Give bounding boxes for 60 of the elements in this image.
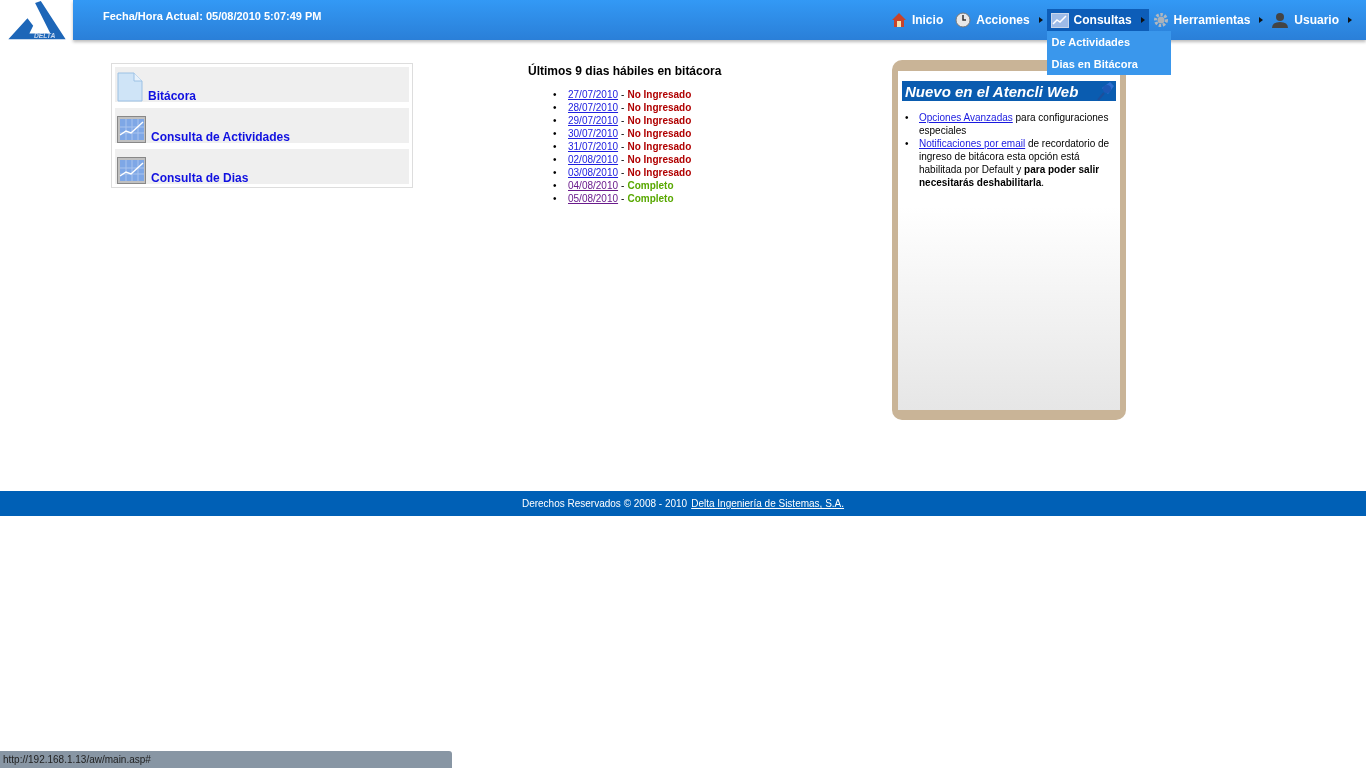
- day-status: No Ingresado: [627, 114, 692, 127]
- day-status: No Ingresado: [627, 166, 692, 179]
- dash-separator: -: [621, 179, 625, 192]
- document-icon: [117, 72, 143, 102]
- date-link[interactable]: 30/07/2010: [568, 127, 619, 140]
- news-link[interactable]: Notificaciones por email: [919, 138, 1026, 149]
- days-heading: Últimos 9 dias hábiles en bitácora: [528, 64, 723, 78]
- pushpin-icon: [1094, 80, 1116, 102]
- day-status: No Ingresado: [627, 88, 692, 101]
- bullet: •: [553, 114, 558, 127]
- date-link[interactable]: 31/07/2010: [568, 140, 619, 153]
- day-status: Completo: [627, 192, 674, 205]
- bullet: •: [553, 140, 558, 153]
- dash-separator: -: [621, 101, 625, 114]
- dash-separator: -: [621, 166, 625, 179]
- bullet: •: [553, 127, 558, 140]
- day-status: No Ingresado: [627, 153, 692, 166]
- company-link[interactable]: Delta Ingeniería de Sistemas, S.A.: [691, 498, 845, 509]
- chart-icon: [117, 116, 146, 143]
- date-link[interactable]: 04/08/2010: [568, 179, 619, 192]
- day-status: No Ingresado: [627, 140, 692, 153]
- bullet: •: [553, 153, 558, 166]
- bullet: •: [553, 88, 558, 101]
- news-banner: Nuevo en el Atencli Web: [902, 81, 1116, 101]
- gear-icon: [1152, 12, 1169, 28]
- bullet: •: [905, 111, 910, 124]
- current-datetime: Fecha/Hora Actual: 05/08/2010 5:07:49 PM: [103, 10, 322, 22]
- news-text: Notificaciones por email de recordatorio de ingreso de bitácora esta opción está habilitada por Default y para poder salir necesitarás deshabilitarla.: [919, 137, 1111, 189]
- dash-separator: -: [621, 153, 625, 166]
- copyright-text: Derechos Reservados © 2008 - 2010: [521, 498, 688, 509]
- shortcut-link[interactable]: Consulta de Dias: [115, 149, 409, 184]
- clock-icon: [955, 12, 972, 28]
- date-link[interactable]: 05/08/2010: [568, 192, 619, 205]
- shortcut-link[interactable]: Bitácora: [115, 67, 409, 102]
- date-link[interactable]: 29/07/2010: [568, 114, 619, 127]
- chart-icon: [117, 157, 146, 184]
- shortcut-link[interactable]: Consulta de Actividades: [115, 108, 409, 143]
- date-link[interactable]: 27/07/2010: [568, 88, 619, 101]
- bullet: •: [553, 179, 558, 192]
- bullet: •: [553, 101, 558, 114]
- dash-separator: -: [621, 88, 625, 101]
- date-link[interactable]: 28/07/2010: [568, 101, 619, 114]
- news-link[interactable]: Opciones Avanzadas: [919, 112, 1013, 123]
- bullet: •: [553, 166, 558, 179]
- day-status: No Ingresado: [627, 101, 692, 114]
- bullet: •: [553, 192, 558, 205]
- dash-separator: -: [621, 114, 625, 127]
- dash-separator: -: [621, 127, 625, 140]
- dash-separator: -: [621, 192, 625, 205]
- day-status: Completo: [627, 179, 674, 192]
- bullet: •: [905, 137, 910, 150]
- dash-separator: -: [621, 140, 625, 153]
- status-bar-url: http://192.168.1.13/aw/main.asp#: [0, 751, 452, 768]
- user-icon: [1271, 12, 1290, 28]
- day-status: No Ingresado: [627, 127, 692, 140]
- house-icon: [890, 12, 907, 28]
- date-link[interactable]: 02/08/2010: [568, 153, 619, 166]
- chart-icon: [1050, 12, 1069, 28]
- menu-item[interactable]: Consultas: [1046, 9, 1149, 31]
- date-link[interactable]: 03/08/2010: [568, 166, 619, 179]
